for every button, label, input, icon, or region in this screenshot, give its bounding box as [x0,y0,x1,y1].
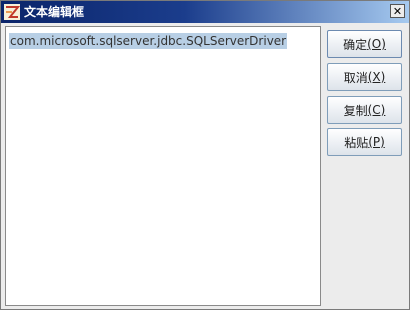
close-button[interactable]: ✕ [390,4,405,18]
paste-button[interactable]: 粘贴 (P) [327,128,402,156]
app-logo-icon [4,4,21,20]
selected-text: com.microsoft.sqlserver.jdbc.SQLServerDr… [9,33,288,49]
ok-button-mnemonic: (O) [367,37,386,51]
ok-button[interactable]: 确定 (O) [327,30,402,58]
text-editor-area[interactable]: com.microsoft.sqlserver.jdbc.SQLServerDr… [5,26,321,306]
ok-button-label: 确定 [343,37,368,52]
paste-button-mnemonic: (P) [368,135,385,149]
close-icon: ✕ [392,4,403,18]
copy-button-label: 复制 [343,103,368,118]
copy-button[interactable]: 复制 (C) [327,96,402,124]
text-editor-dialog: 文本编辑框 ✕ com.microsoft.sqlserver.jdbc.SQL… [0,0,410,310]
window-title: 文本编辑框 [24,5,85,19]
title-bar[interactable]: 文本编辑框 ✕ [1,1,409,23]
paste-button-label: 粘贴 [344,135,369,150]
cancel-button[interactable]: 取消 (X) [327,63,402,91]
cancel-button-label: 取消 [343,70,368,85]
copy-button-mnemonic: (C) [367,103,386,117]
cancel-button-mnemonic: (X) [367,70,386,84]
